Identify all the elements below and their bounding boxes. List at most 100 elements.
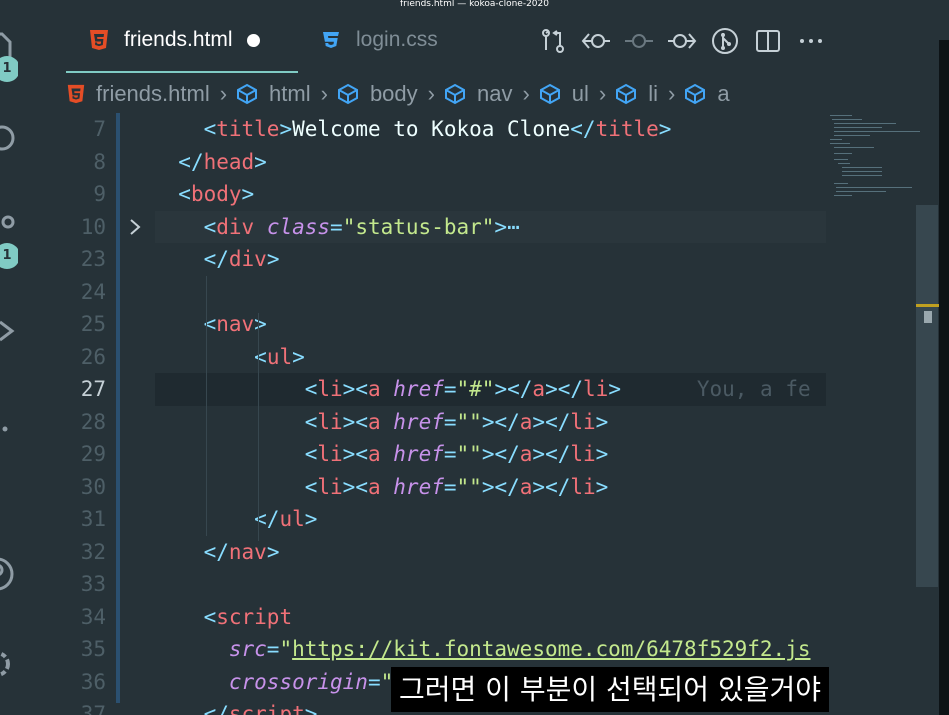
settings-gear-icon[interactable] bbox=[0, 645, 16, 683]
code-token: > bbox=[494, 214, 508, 239]
line-number: 27 bbox=[80, 377, 106, 401]
code-line[interactable]: 27 <li><a href="#"></a></li> You, a fe bbox=[66, 373, 826, 406]
code-line[interactable]: 26 <ul> bbox=[66, 341, 826, 374]
breadcrumb-item[interactable]: nav bbox=[443, 81, 512, 107]
code-line[interactable]: 34 <script bbox=[66, 601, 826, 634]
code-token: href bbox=[393, 474, 444, 499]
extensions-icon[interactable] bbox=[0, 410, 16, 448]
code-token: > bbox=[532, 474, 546, 499]
code-line[interactable]: 24 bbox=[66, 276, 826, 309]
line-number: 24 bbox=[80, 279, 106, 304]
code-token: Welcome to Kokoa Clone bbox=[292, 117, 571, 141]
code-token: title bbox=[595, 117, 659, 141]
breadcrumb-chevron-icon: › bbox=[522, 81, 530, 106]
code-line[interactable]: 10 <div class="status-bar">⋯ bbox=[66, 211, 826, 244]
code-token: script bbox=[216, 604, 293, 629]
breadcrumb-symbols: › html › body › nav › ul › li › a bbox=[210, 81, 730, 107]
tab-login-css[interactable]: login.css bbox=[320, 8, 438, 72]
code-token: > bbox=[304, 702, 318, 715]
line-number: 33 bbox=[80, 572, 106, 596]
breadcrumb-item[interactable]: html bbox=[235, 81, 311, 107]
tab-label-login: login.css bbox=[356, 28, 438, 51]
breadcrumb-label: html bbox=[269, 81, 311, 106]
code-token: a bbox=[367, 442, 381, 466]
code-token: > bbox=[494, 377, 508, 401]
more-actions-button[interactable] bbox=[789, 24, 832, 58]
code-token: < bbox=[178, 182, 191, 206]
code-line[interactable]: 35 src="https://kit.fontawesome.com/6478… bbox=[66, 633, 826, 666]
code-token: </ bbox=[203, 539, 229, 564]
breadcrumb-file[interactable]: friends.html bbox=[66, 81, 210, 107]
breadcrumb-item[interactable]: li bbox=[614, 81, 658, 107]
git-graph-button[interactable] bbox=[703, 24, 746, 58]
symbol-element-icon bbox=[685, 83, 706, 105]
code-line[interactable]: 32 </nav> bbox=[66, 536, 826, 569]
code-token: < bbox=[304, 409, 318, 434]
code-line[interactable]: 28 <li><a href=""></a></li> bbox=[66, 406, 826, 439]
scrollbar-thumb[interactable] bbox=[916, 205, 938, 587]
code-line[interactable]: 25 <nav> bbox=[66, 308, 826, 341]
ellipsis-icon bbox=[799, 39, 822, 43]
code-editor[interactable]: 7 <title>Welcome to Kokoa Clone</title> 8… bbox=[66, 113, 826, 715]
account-icon[interactable] bbox=[0, 555, 16, 593]
line-number: 31 bbox=[80, 507, 106, 531]
toggle-blame-button[interactable] bbox=[617, 24, 660, 58]
symbol-element-icon bbox=[337, 83, 358, 105]
code-token: >< bbox=[342, 442, 368, 466]
unsaved-dot-icon[interactable] bbox=[246, 33, 260, 47]
code-token: li bbox=[570, 442, 596, 466]
breadcrumb-item[interactable]: ul bbox=[538, 81, 589, 107]
code-line[interactable]: 29 <li><a href=""></a></li> bbox=[66, 438, 826, 471]
code-token: < bbox=[203, 117, 217, 141]
code-token: < bbox=[304, 474, 318, 499]
vertical-scrollbar[interactable] bbox=[916, 113, 939, 715]
code-line[interactable]: 9 <body> bbox=[66, 178, 826, 211]
next-change-button[interactable] bbox=[660, 24, 703, 58]
split-editor-button[interactable] bbox=[746, 24, 789, 58]
minimap[interactable] bbox=[826, 113, 920, 203]
breadcrumb-label: ul bbox=[571, 81, 589, 106]
code-line[interactable]: 30 <li><a href=""></a></li> bbox=[66, 471, 826, 504]
search-icon[interactable] bbox=[0, 120, 16, 158]
run-debug-icon[interactable] bbox=[0, 312, 16, 350]
code-token: > bbox=[304, 507, 318, 531]
code-token: ul bbox=[279, 507, 305, 531]
tab-friends-html[interactable]: friends.html bbox=[88, 8, 260, 72]
code-token: crossorigin bbox=[228, 669, 368, 694]
code-token: li bbox=[570, 474, 596, 499]
commit-icon bbox=[624, 34, 653, 48]
code-line[interactable]: 8 </head> bbox=[66, 146, 826, 179]
previous-change-button[interactable] bbox=[574, 24, 617, 58]
code-token: < bbox=[203, 214, 217, 239]
code-line[interactable]: 23 </div> bbox=[66, 243, 826, 276]
code-token: > bbox=[595, 409, 609, 434]
code-line[interactable]: 31 </ul> bbox=[66, 503, 826, 536]
git-blame-annotation: You, a fe bbox=[620, 377, 811, 401]
breadcrumb-item[interactable]: a bbox=[683, 81, 730, 107]
video-subtitle: 그러면 이 부분이 선택되어 있을거야 bbox=[391, 667, 830, 712]
code-token: </ bbox=[557, 377, 584, 401]
symbol-element-icon bbox=[539, 83, 560, 105]
breadcrumb-label: friends.html bbox=[96, 81, 210, 106]
code-text: <li><a href=""></a></li> bbox=[153, 471, 609, 504]
breadcrumb-item[interactable]: body bbox=[336, 81, 418, 107]
code-line[interactable]: 33 bbox=[66, 568, 826, 601]
html5-icon bbox=[90, 30, 108, 50]
code-token: li bbox=[570, 409, 596, 434]
code-token: </ bbox=[494, 442, 520, 466]
fold-chevron-right-icon[interactable] bbox=[128, 218, 142, 235]
code-token: >< bbox=[342, 409, 368, 434]
code-token: > bbox=[481, 442, 495, 466]
code-line[interactable]: 7 <title>Welcome to Kokoa Clone</title> bbox=[66, 113, 826, 146]
open-changes-button[interactable] bbox=[531, 24, 574, 58]
activity-bar: 1 1 bbox=[0, 0, 18, 715]
code-token: li bbox=[317, 474, 343, 499]
